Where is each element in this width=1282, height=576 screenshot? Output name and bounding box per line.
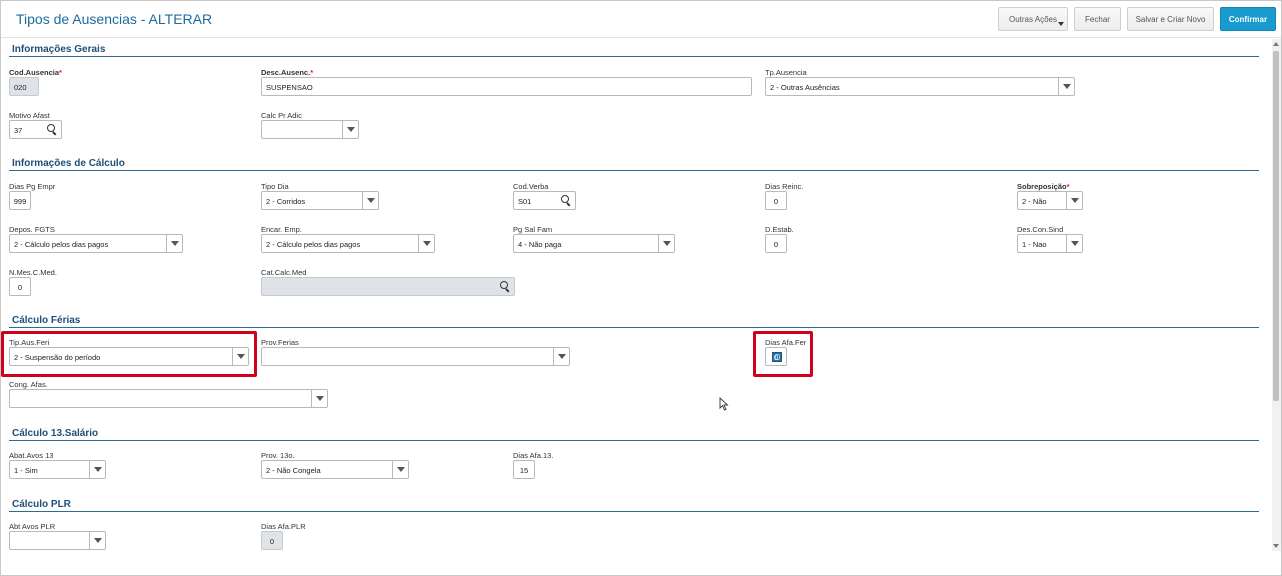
scroll-up-icon[interactable] xyxy=(1273,42,1279,46)
chevron-down-icon[interactable] xyxy=(362,192,378,209)
confirm-button-label: Confirmar xyxy=(1228,14,1268,24)
motivo-afast-input[interactable]: 37 xyxy=(9,120,62,139)
vertical-scrollbar[interactable] xyxy=(1272,39,1281,551)
chevron-down-icon[interactable] xyxy=(658,235,674,252)
chevron-down-icon[interactable] xyxy=(392,461,408,478)
form-content: Informações Gerais Cod.Ausencia* 020 Des… xyxy=(1,39,1271,551)
dias-afa-13-input[interactable]: 15 xyxy=(513,460,535,479)
cod-ausencia-label: Cod.Ausencia* xyxy=(9,68,62,77)
section-title-vacation: Cálculo Férias xyxy=(12,315,81,326)
d-estab-input[interactable]: 0 xyxy=(765,234,787,253)
mouse-pointer-icon xyxy=(719,397,729,411)
chevron-down-icon[interactable] xyxy=(166,235,182,252)
desc-ausenc-label: Desc.Ausenc.* xyxy=(261,68,314,77)
dias-pg-empr-label: Dias Pg Empr xyxy=(9,182,56,191)
other-actions-label: Outras Ações xyxy=(1008,14,1058,24)
scroll-down-icon[interactable] xyxy=(1273,544,1279,548)
cong-afas-label: Cong. Afas. xyxy=(9,380,48,389)
motivo-afast-label: Motivo Afast xyxy=(9,111,50,120)
dias-reinc-label: Dias Reinc. xyxy=(765,182,804,191)
tipo-dia-label: Tipo Dia xyxy=(261,182,289,191)
des-con-sind-select[interactable]: 1 - Nao xyxy=(1017,234,1083,253)
search-icon[interactable] xyxy=(561,195,572,206)
close-button-label: Fechar xyxy=(1085,14,1110,24)
encar-emp-label: Encar. Emp. xyxy=(261,225,302,234)
search-icon xyxy=(500,281,511,292)
page-title: Tipos de Ausencias - ALTERAR xyxy=(16,11,213,27)
chevron-down-icon[interactable] xyxy=(1058,78,1074,95)
chevron-down-icon[interactable] xyxy=(553,348,569,365)
other-actions-button[interactable]: Outras Ações xyxy=(998,7,1068,31)
prov-ferias-label: Prov.Ferias xyxy=(261,338,299,347)
cong-afas-select[interactable] xyxy=(9,389,328,408)
depos-fgts-select[interactable]: 2 - Cálculo pelos dias pagos xyxy=(9,234,183,253)
d-estab-label: D.Estab. xyxy=(765,225,794,234)
calc-pr-adic-select[interactable] xyxy=(261,120,359,139)
section-divider xyxy=(9,56,1259,57)
confirm-button[interactable]: Confirmar xyxy=(1220,7,1276,31)
des-con-sind-label: Des.Con.Sind xyxy=(1017,225,1064,234)
dias-afa-plr-field: 0 xyxy=(261,531,283,550)
sobreposicao-label: Sobreposição* xyxy=(1017,182,1070,191)
abat-avos-13-label: Abat.Avos 13 xyxy=(9,451,54,460)
chevron-down-icon[interactable] xyxy=(1066,235,1082,252)
prov-13o-label: Prov. 13o. xyxy=(261,451,295,460)
page-header: Tipos de Ausencias - ALTERAR Outras Açõe… xyxy=(1,1,1281,38)
dias-afa-13-label: Dias Afa.13. xyxy=(513,451,554,460)
chevron-down-icon[interactable] xyxy=(311,390,327,407)
dias-pg-empr-input[interactable]: 999 xyxy=(9,191,31,210)
abat-avos-13-select[interactable]: 1 - Sim xyxy=(9,460,106,479)
close-button[interactable]: Fechar xyxy=(1074,7,1121,31)
dias-afa-fer-label: Dias Afa.Fer xyxy=(765,338,807,347)
abt-avos-plr-label: Abt Avos PLR xyxy=(9,522,56,531)
chevron-down-icon[interactable] xyxy=(342,121,358,138)
section-divider xyxy=(9,170,1259,171)
section-title-calculation: Informações de Cálculo xyxy=(12,158,125,169)
dias-reinc-input[interactable]: 0 xyxy=(765,191,787,210)
depos-fgts-label: Depos. FGTS xyxy=(9,225,55,234)
chevron-down-icon[interactable] xyxy=(1066,192,1082,209)
prov-ferias-select[interactable] xyxy=(261,347,570,366)
tip-aus-feri-label: Tip.Aus.Feri xyxy=(9,338,50,347)
dias-afa-fer-input[interactable]: 0 xyxy=(765,347,787,366)
save-and-new-label: Salvar e Criar Novo xyxy=(1135,14,1206,24)
section-divider xyxy=(9,440,1259,441)
sobreposicao-select[interactable]: 2 - Não xyxy=(1017,191,1083,210)
n-mes-c-med-label: N.Mes.C.Med. xyxy=(9,268,57,277)
section-divider xyxy=(9,327,1259,328)
section-title-plr: Cálculo PLR xyxy=(12,499,71,510)
section-title-13th-salary: Cálculo 13.Salário xyxy=(12,428,99,439)
cod-verba-label: Cod.Verba xyxy=(513,182,549,191)
prov-13o-select[interactable]: 2 - Não Congela xyxy=(261,460,409,479)
tip-aus-feri-select[interactable]: 2 - Suspensão do período xyxy=(9,347,249,366)
scrollbar-thumb[interactable] xyxy=(1273,51,1279,401)
abt-avos-plr-select[interactable] xyxy=(9,531,106,550)
chevron-down-icon[interactable] xyxy=(232,348,248,365)
chevron-down-icon[interactable] xyxy=(418,235,434,252)
cat-calc-med-input xyxy=(261,277,515,296)
cod-verba-input[interactable]: S01 xyxy=(513,191,576,210)
chevron-down-icon[interactable] xyxy=(89,532,105,549)
tp-ausencia-select[interactable]: 2 - Outras Ausências xyxy=(765,77,1075,96)
save-and-new-button[interactable]: Salvar e Criar Novo xyxy=(1127,7,1214,31)
pg-sal-fam-select[interactable]: 4 - Não paga xyxy=(513,234,675,253)
calc-pr-adic-label: Calc Pr Adic xyxy=(261,111,302,120)
n-mes-c-med-input[interactable]: 0 xyxy=(9,277,31,296)
dias-afa-plr-label: Dias Afa.PLR xyxy=(261,522,306,531)
search-icon[interactable] xyxy=(47,124,58,135)
tp-ausencia-label: Tp.Ausencia xyxy=(765,68,807,77)
pg-sal-fam-label: Pg Sal Fam xyxy=(513,225,553,234)
tipo-dia-select[interactable]: 2 - Corridos xyxy=(261,191,379,210)
chevron-down-icon xyxy=(1058,22,1064,26)
encar-emp-select[interactable]: 2 - Cálculo pelos dias pagos xyxy=(261,234,435,253)
desc-ausenc-input[interactable]: SUSPENSAO xyxy=(261,77,752,96)
cat-calc-med-label: Cat.Calc.Med xyxy=(261,268,307,277)
section-title-general: Informações Gerais xyxy=(12,44,106,55)
section-divider xyxy=(9,511,1259,512)
cod-ausencia-field: 020 xyxy=(9,77,39,96)
chevron-down-icon[interactable] xyxy=(89,461,105,478)
